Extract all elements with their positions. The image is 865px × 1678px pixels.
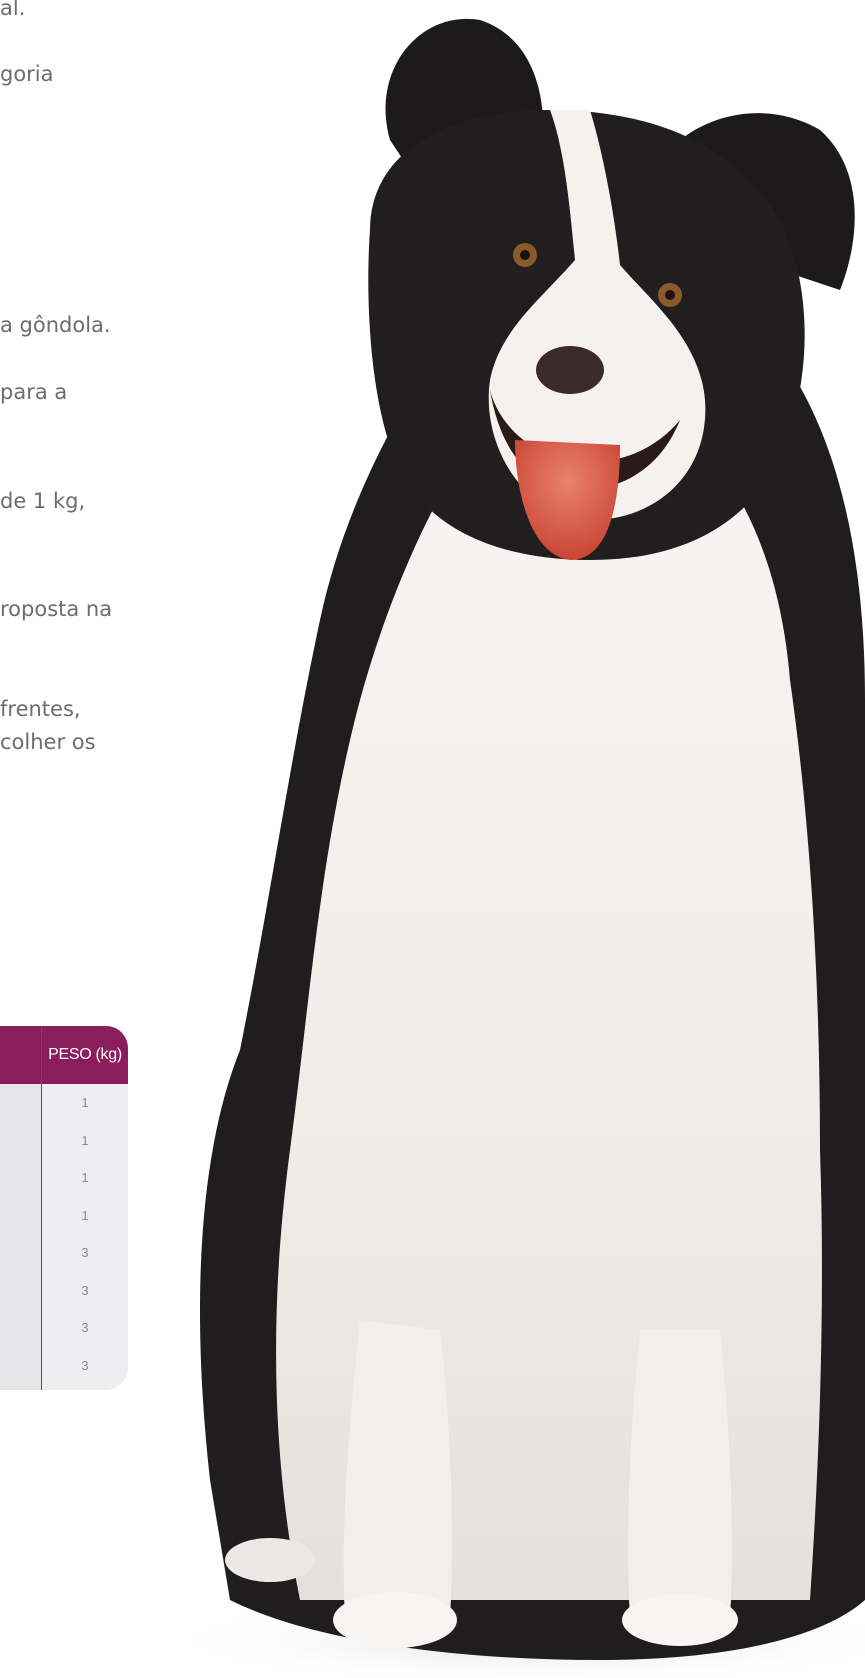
text-fragment: al.: [0, 0, 26, 20]
table-header-cell: [0, 1026, 41, 1084]
dog-leg-left: [343, 1320, 452, 1620]
peso-column: PESO (kg) 1 1 1 1 3 3 3 3: [41, 1026, 128, 1390]
dog-paw-right: [622, 1594, 738, 1646]
text-fragment: para a: [0, 380, 68, 404]
dog-paw-left: [333, 1592, 457, 1648]
peso-column-header: PESO (kg): [42, 1026, 128, 1084]
peso-column-body: 1 1 1 1 3 3 3 3: [42, 1084, 128, 1390]
peso-value-cell: 3: [81, 1320, 89, 1336]
text-fragment: roposta na: [0, 597, 113, 621]
peso-value-cell: 3: [81, 1282, 89, 1298]
text-fragment: colher os: [0, 730, 96, 754]
peso-value-cell: 3: [81, 1357, 89, 1373]
dog-nose: [536, 346, 604, 394]
peso-value-cell: 1: [81, 1095, 89, 1111]
dog-paw-back: [225, 1538, 315, 1582]
product-table: PESO (kg) 1 1 1 1 3 3 3 3: [0, 1026, 128, 1390]
table-body-cell: [0, 1084, 41, 1390]
peso-value-cell: 1: [81, 1170, 89, 1186]
peso-value-cell: 3: [81, 1245, 89, 1261]
peso-value-cell: 1: [81, 1132, 89, 1148]
text-fragment: de 1 kg,: [0, 489, 86, 513]
text-fragment: a gôndola.: [0, 313, 111, 337]
table-main-column: [0, 1026, 41, 1390]
text-fragment: frentes,: [0, 697, 81, 721]
dog-photo: [160, 18, 865, 1678]
dog-leg-right: [628, 1330, 732, 1620]
peso-value-cell: 1: [81, 1207, 89, 1223]
text-fragment: goria: [0, 62, 54, 86]
